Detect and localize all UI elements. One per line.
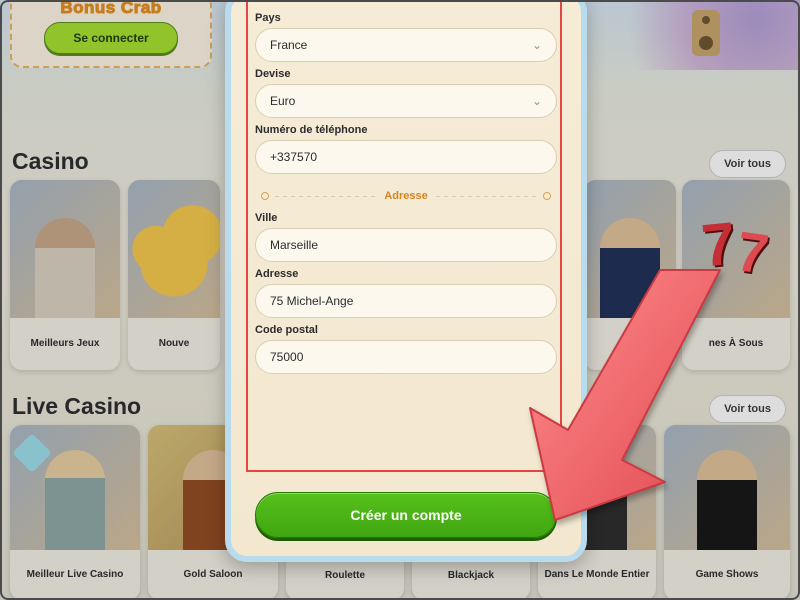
postal-input[interactable]: 75000 (255, 340, 557, 374)
chevron-down-icon: ⌄ (532, 94, 542, 108)
phone-value: +337570 (270, 150, 317, 164)
card-art (128, 180, 220, 318)
divider-line (275, 196, 376, 197)
section-title-live: Live Casino (12, 393, 141, 420)
divider-dot-icon (543, 192, 551, 200)
card-art (600, 218, 660, 318)
postal-value: 75000 (270, 350, 303, 364)
currency-value: Euro (270, 94, 295, 108)
game-card[interactable]: Game Shows (664, 425, 790, 600)
address-section-title: Adresse (384, 190, 427, 202)
see-all-casino[interactable]: Voir tous (709, 150, 786, 178)
game-card[interactable]: 77 nes À Sous (682, 180, 790, 370)
game-card[interactable]: Live (584, 180, 676, 370)
seven-icon: 7 (698, 208, 738, 280)
signup-modal: Pays France ⌄ Devise Euro ⌄ Numéro de té… (225, 0, 587, 562)
bonus-crab-box: Bonus Crab Se connecter (10, 0, 212, 68)
phone-input[interactable]: +337570 (255, 140, 557, 174)
see-all-live[interactable]: Voir tous (709, 395, 786, 423)
label-phone: Numéro de téléphone (255, 124, 557, 136)
card-caption: Meilleurs Jeux (10, 318, 120, 370)
label-currency: Devise (255, 68, 557, 80)
card-art (35, 218, 95, 318)
gem-icon (12, 433, 52, 473)
divider-line (436, 196, 537, 197)
address-input[interactable]: 75 Michel-Ange (255, 284, 557, 318)
bonus-title: Bonus Crab (12, 0, 210, 18)
city-value: Marseille (270, 238, 318, 252)
card-art (45, 450, 105, 550)
login-button[interactable]: Se connecter (44, 22, 177, 54)
address-section-divider: Adresse (255, 190, 557, 202)
card-caption: Meilleur Live Casino (10, 550, 140, 600)
decor-speaker (692, 10, 720, 56)
seven-icon: 7 (733, 218, 773, 287)
label-country: Pays (255, 12, 557, 24)
game-card[interactable]: Nouve (128, 180, 220, 370)
label-address: Adresse (255, 268, 557, 280)
create-account-button[interactable]: Créer un compte (255, 492, 557, 538)
game-card[interactable]: Meilleurs Jeux (10, 180, 120, 370)
game-card[interactable]: Meilleur Live Casino (10, 425, 140, 600)
label-city: Ville (255, 212, 557, 224)
card-caption: Nouve (128, 318, 220, 370)
card-art (697, 450, 757, 550)
country-value: France (270, 38, 307, 52)
card-caption: nes À Sous (682, 318, 790, 370)
currency-select[interactable]: Euro ⌄ (255, 84, 557, 118)
divider-dot-icon (261, 192, 269, 200)
card-caption: Game Shows (664, 550, 790, 600)
label-postal: Code postal (255, 324, 557, 336)
country-select[interactable]: France ⌄ (255, 28, 557, 62)
section-title-casino: Casino (12, 148, 89, 175)
card-caption: Live (584, 318, 676, 370)
decor-top-right (580, 0, 800, 70)
address-value: 75 Michel-Ange (270, 294, 353, 308)
chevron-down-icon: ⌄ (532, 38, 542, 52)
city-input[interactable]: Marseille (255, 228, 557, 262)
